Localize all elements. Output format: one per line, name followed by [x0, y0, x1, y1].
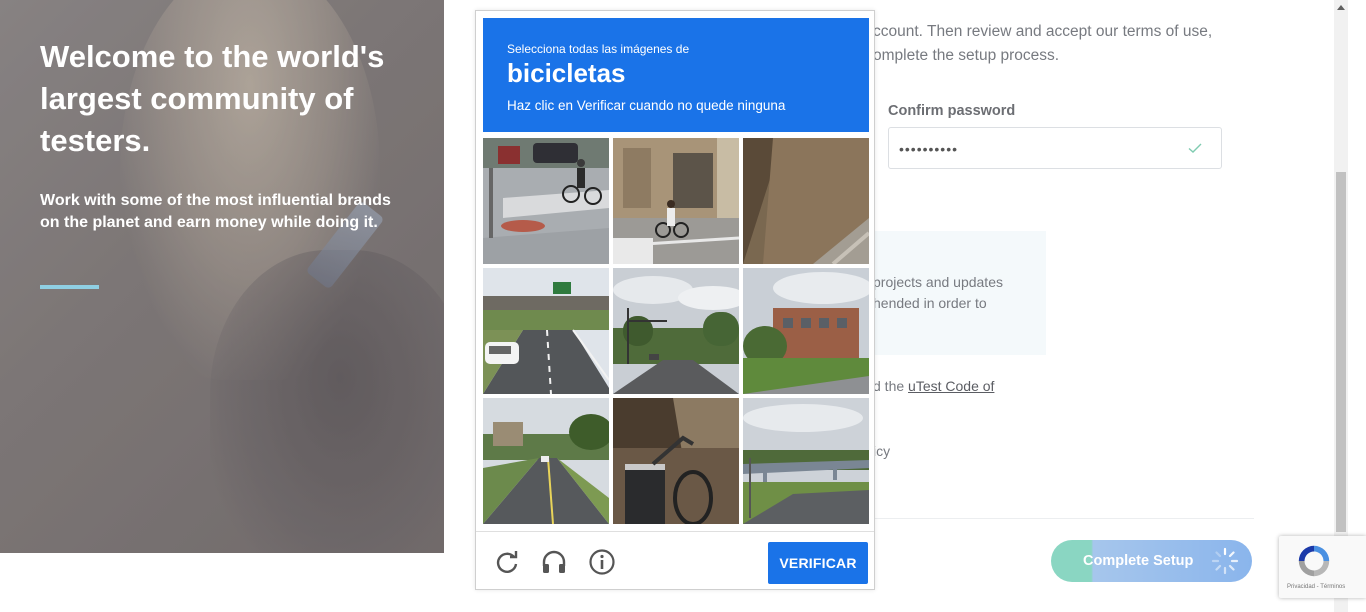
reload-icon[interactable]	[493, 548, 521, 576]
code-of-conduct-line: d the uTest Code of	[873, 378, 994, 394]
captcha-hint: Haz clic en Verificar cuando no quede ni…	[507, 98, 786, 113]
tile-highway-bridge	[743, 398, 869, 524]
info-icon[interactable]	[588, 548, 616, 576]
notifications-text: projects and updates hended in order to	[873, 274, 1003, 311]
captcha-footer: VERIFICAR	[476, 531, 874, 589]
captcha-tile-6[interactable]	[743, 268, 869, 394]
captcha-instruction: Selecciona todas las imágenes de	[507, 42, 690, 56]
complete-setup-label: Complete Setup	[1083, 553, 1194, 569]
captcha-tile-5[interactable]	[613, 268, 739, 394]
captcha-header: Selecciona todas las imágenes de bicicle…	[483, 18, 869, 132]
hero-panel: Welcome to the world's largest community…	[0, 0, 444, 553]
tile-suburban-road	[483, 398, 609, 524]
captcha-tile-2[interactable]	[613, 138, 739, 264]
form-divider	[868, 518, 1254, 519]
captcha-tile-3[interactable]	[743, 138, 869, 264]
tile-road-intersection-trees	[613, 268, 739, 394]
captcha-tile-1[interactable]	[483, 138, 609, 264]
captcha-tile-9[interactable]	[743, 398, 869, 524]
complete-setup-button[interactable]: Complete Setup	[1051, 540, 1252, 582]
code-prefix: d the	[873, 378, 909, 394]
headphones-icon[interactable]	[540, 548, 568, 576]
loading-spinner-icon	[1211, 547, 1239, 575]
setup-intro-text: ccount. Then review and accept our terms…	[873, 23, 1213, 64]
captcha-tile-4[interactable]	[483, 268, 609, 394]
privacy-policy-line[interactable]: icy	[873, 443, 890, 459]
verify-button[interactable]: VERIFICAR	[768, 542, 868, 584]
captcha-tile-7[interactable]	[483, 398, 609, 524]
scrollbar-thumb[interactable]	[1336, 172, 1346, 532]
hero-accent-rule	[40, 285, 99, 289]
hero-title: Welcome to the world's largest community…	[40, 39, 385, 158]
captcha-tile-8[interactable]	[613, 398, 739, 524]
recaptcha-badge[interactable]: Privacidad - Términos	[1279, 536, 1366, 598]
scroll-up-arrow-icon[interactable]	[1337, 5, 1345, 10]
tile-building-cyclist	[613, 138, 739, 264]
confirm-password-field[interactable]	[888, 127, 1222, 169]
captcha-challenge: Selecciona todas las imágenes de bicicle…	[475, 10, 875, 590]
tile-street-crossing-cyclist	[483, 138, 609, 264]
confirm-password-label: Confirm password	[888, 103, 1016, 119]
check-icon	[1188, 143, 1202, 153]
tile-brick-building-lawn	[743, 268, 869, 394]
captcha-target-object: bicicletas	[507, 58, 626, 88]
code-of-conduct-link[interactable]: uTest Code of	[908, 378, 994, 394]
recaptcha-privacy-terms[interactable]: Privacidad - Términos	[1287, 584, 1345, 590]
recaptcha-logo-icon	[1298, 545, 1330, 577]
page: Welcome to the world's largest community…	[0, 0, 1366, 612]
confirm-password-input[interactable]	[899, 138, 1179, 160]
tile-bicycle-basket-closeup	[613, 398, 739, 524]
tile-highway-overpass	[483, 268, 609, 394]
tile-street-curb	[743, 138, 869, 264]
hero-subtitle: Work with some of the most influential b…	[40, 192, 391, 231]
